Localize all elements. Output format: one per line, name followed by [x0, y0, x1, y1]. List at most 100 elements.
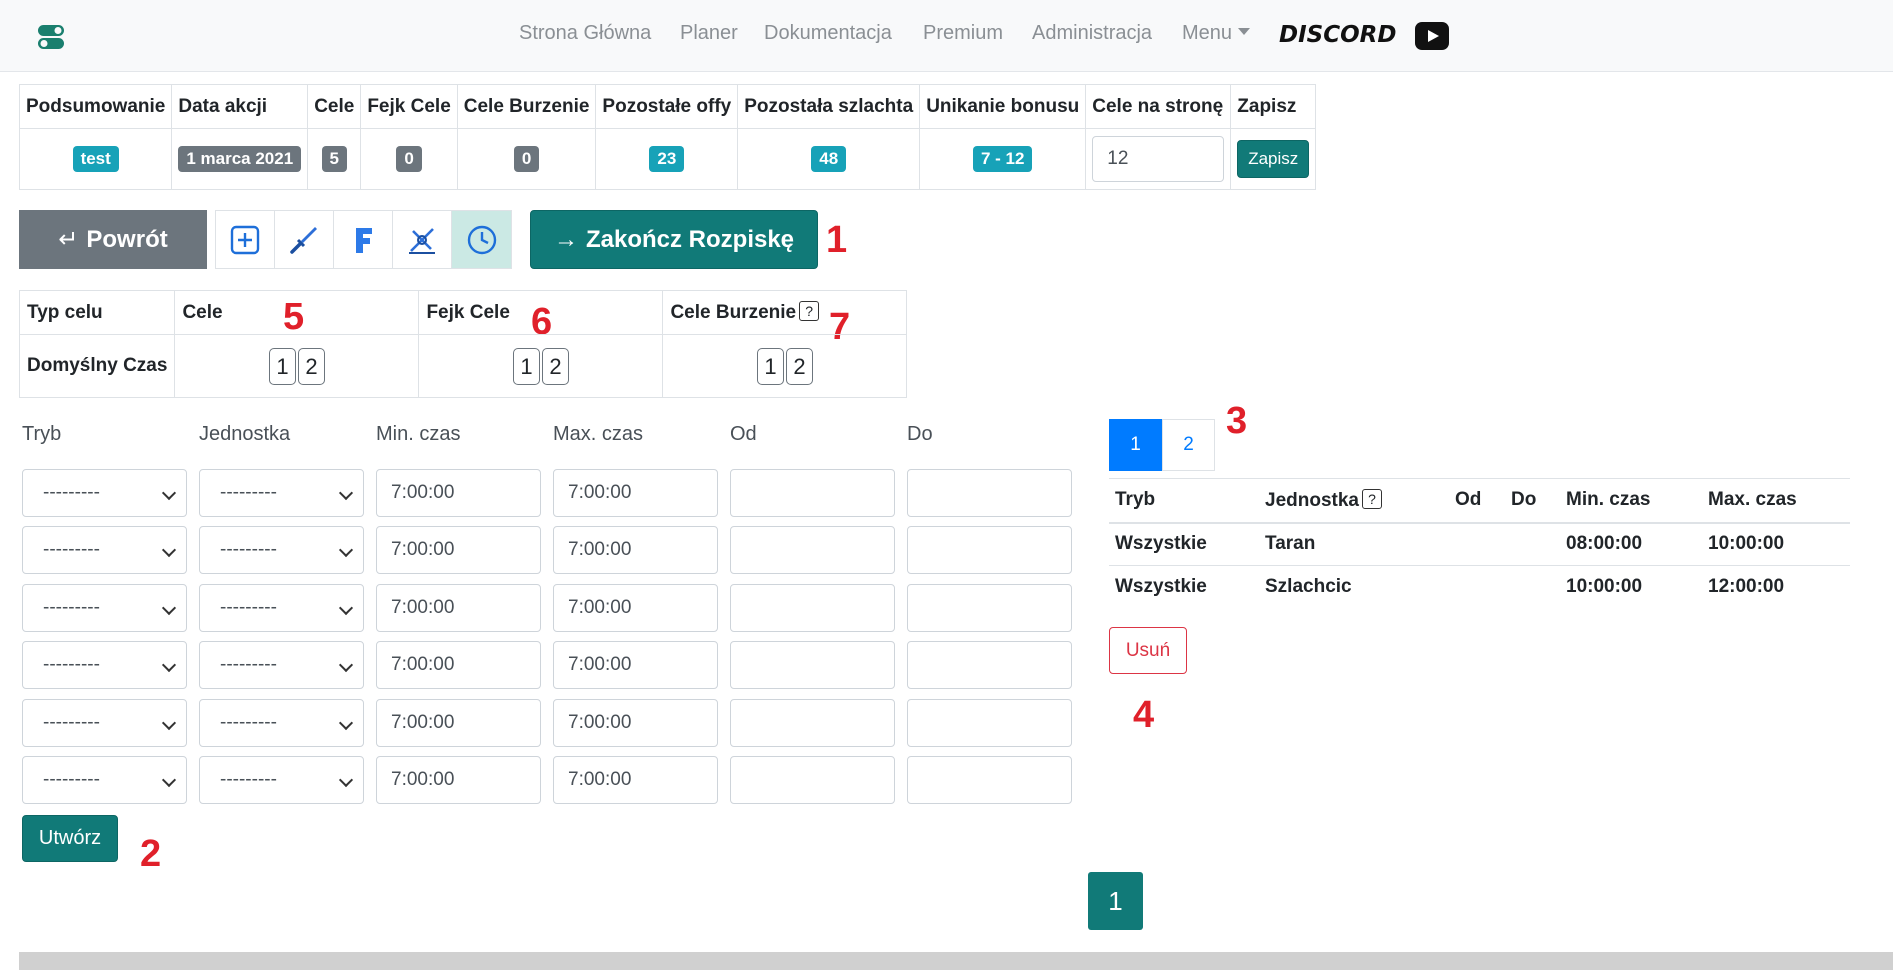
type-header: Fejk Cele: [418, 290, 664, 335]
remaining-nobles-badge: 48: [811, 146, 847, 172]
time-tool-button[interactable]: [452, 211, 511, 268]
to-input[interactable]: [907, 641, 1072, 689]
time-option-2[interactable]: 2: [297, 347, 325, 385]
nav-menu-label: Menu: [1182, 22, 1233, 44]
nav-planer[interactable]: Planer: [680, 22, 738, 45]
save-button[interactable]: Zapisz: [1237, 140, 1310, 178]
mode-select[interactable]: ---------: [22, 469, 187, 517]
min-time-input[interactable]: 7:00:00: [376, 699, 541, 747]
plus-square-icon: [230, 225, 260, 254]
max-time-input[interactable]: 7:00:00: [553, 469, 718, 517]
unit-select[interactable]: ---------: [199, 699, 364, 747]
delete-button[interactable]: Usuń: [1109, 627, 1187, 674]
nav-admin[interactable]: Administracja: [1032, 22, 1152, 45]
create-button[interactable]: Utwórz: [22, 815, 118, 862]
fake-f-icon: [356, 227, 372, 253]
max-time-input[interactable]: 7:00:00: [553, 526, 718, 574]
time-option-1[interactable]: 1: [756, 347, 784, 385]
summary-header: Unikanie bonusu: [919, 84, 1087, 129]
annotation-marker-4: 4: [1133, 694, 1155, 736]
navbar: Strona Główna Planer Dokumentacja Premiu…: [0, 0, 1893, 72]
form-label-to: Do: [907, 423, 933, 445]
demolish-targets-badge: 0: [513, 146, 540, 172]
from-input[interactable]: [730, 756, 895, 804]
min-time-input[interactable]: 7:00:00: [376, 641, 541, 689]
nav-menu-dropdown[interactable]: Menu: [1182, 22, 1251, 45]
targets-per-page-input[interactable]: [1092, 136, 1225, 182]
bottom-page-current[interactable]: 1: [1088, 872, 1143, 930]
unit-select[interactable]: ---------: [199, 584, 364, 632]
table-row[interactable]: Wszystkie Szlachcic 10:00:00 12:00:00: [1109, 566, 1850, 609]
min-time-input[interactable]: 7:00:00: [376, 756, 541, 804]
rules-page-1[interactable]: 1: [1109, 419, 1162, 471]
summary-header: Zapisz: [1230, 84, 1317, 129]
to-input[interactable]: [907, 526, 1072, 574]
default-time-cell: 12: [418, 334, 664, 398]
time-option-2[interactable]: 2: [785, 347, 813, 385]
app-logo-icon[interactable]: [36, 22, 66, 52]
mode-select[interactable]: ---------: [22, 699, 187, 747]
from-input[interactable]: [730, 584, 895, 632]
youtube-icon[interactable]: [1415, 22, 1449, 50]
annotation-marker-3: 3: [1226, 400, 1248, 442]
caret-down-icon: [1238, 28, 1251, 35]
mode-select[interactable]: ---------: [22, 756, 187, 804]
fake-tool-button[interactable]: [334, 211, 393, 268]
to-input[interactable]: [907, 584, 1072, 632]
attack-tool-button[interactable]: [275, 211, 334, 268]
summary-cell: 23: [595, 128, 739, 190]
mode-select[interactable]: ---------: [22, 526, 187, 574]
mode-select[interactable]: ---------: [22, 641, 187, 689]
unit-select[interactable]: ---------: [199, 641, 364, 689]
finish-plan-button[interactable]: → Zakończ Rozpiskę: [530, 210, 818, 269]
summary-cell: 0: [360, 128, 458, 190]
table-row[interactable]: Wszystkie Taran 08:00:00 10:00:00: [1109, 522, 1850, 566]
unit-select[interactable]: ---------: [199, 469, 364, 517]
min-time-input[interactable]: 7:00:00: [376, 469, 541, 517]
max-time-input[interactable]: 7:00:00: [553, 584, 718, 632]
rules-header-row: Tryb Jednostka? Od Do Min. czas Max. cza…: [1109, 478, 1850, 524]
time-option-1[interactable]: 1: [512, 347, 540, 385]
min-time-input[interactable]: 7:00:00: [376, 526, 541, 574]
nav-home[interactable]: Strona Główna: [519, 22, 651, 45]
add-tool-button[interactable]: [216, 211, 275, 268]
nav-docs[interactable]: Dokumentacja: [764, 22, 892, 45]
to-input[interactable]: [907, 469, 1072, 517]
form-label-min-time: Min. czas: [376, 423, 461, 445]
min-time-input[interactable]: 7:00:00: [376, 584, 541, 632]
annotation-marker-1: 1: [826, 219, 848, 261]
finish-plan-label: Zakończ Rozpiskę: [585, 225, 795, 253]
back-button[interactable]: ↵ Powrót: [19, 210, 207, 269]
nav-premium[interactable]: Premium: [923, 22, 1003, 45]
from-input[interactable]: [730, 641, 895, 689]
discord-link[interactable]: DISCORD: [1279, 22, 1396, 48]
to-input[interactable]: [907, 699, 1072, 747]
mode-select[interactable]: ---------: [22, 584, 187, 632]
rules-page-2[interactable]: 2: [1162, 419, 1215, 471]
rule-mode: Wszystkie: [1109, 522, 1259, 566]
max-time-input[interactable]: 7:00:00: [553, 641, 718, 689]
from-input[interactable]: [730, 526, 895, 574]
summary-cell: Zapisz: [1230, 128, 1317, 190]
max-time-input[interactable]: 7:00:00: [553, 699, 718, 747]
max-time-input[interactable]: 7:00:00: [553, 756, 718, 804]
unit-select[interactable]: ---------: [199, 526, 364, 574]
help-icon[interactable]: ?: [1361, 488, 1382, 509]
horizontal-scrollbar[interactable]: [19, 952, 1893, 970]
summary-header: Fejk Cele: [360, 84, 458, 129]
form-label-unit: Jednostka: [199, 423, 291, 445]
from-input[interactable]: [730, 699, 895, 747]
from-input[interactable]: [730, 469, 895, 517]
tool-icon-bar: [215, 210, 512, 269]
rule-to: [1505, 566, 1560, 609]
type-header: Cele Burzenie?: [662, 290, 908, 335]
unit-select[interactable]: ---------: [199, 756, 364, 804]
time-option-2[interactable]: 2: [541, 347, 569, 385]
rule-min-time: 08:00:00: [1560, 522, 1702, 566]
clock-icon: [467, 225, 496, 254]
to-input[interactable]: [907, 756, 1072, 804]
help-icon[interactable]: ?: [799, 301, 820, 321]
annotation-marker-2: 2: [140, 833, 162, 875]
demolish-tool-button[interactable]: [393, 211, 452, 268]
time-option-1[interactable]: 1: [268, 347, 296, 385]
